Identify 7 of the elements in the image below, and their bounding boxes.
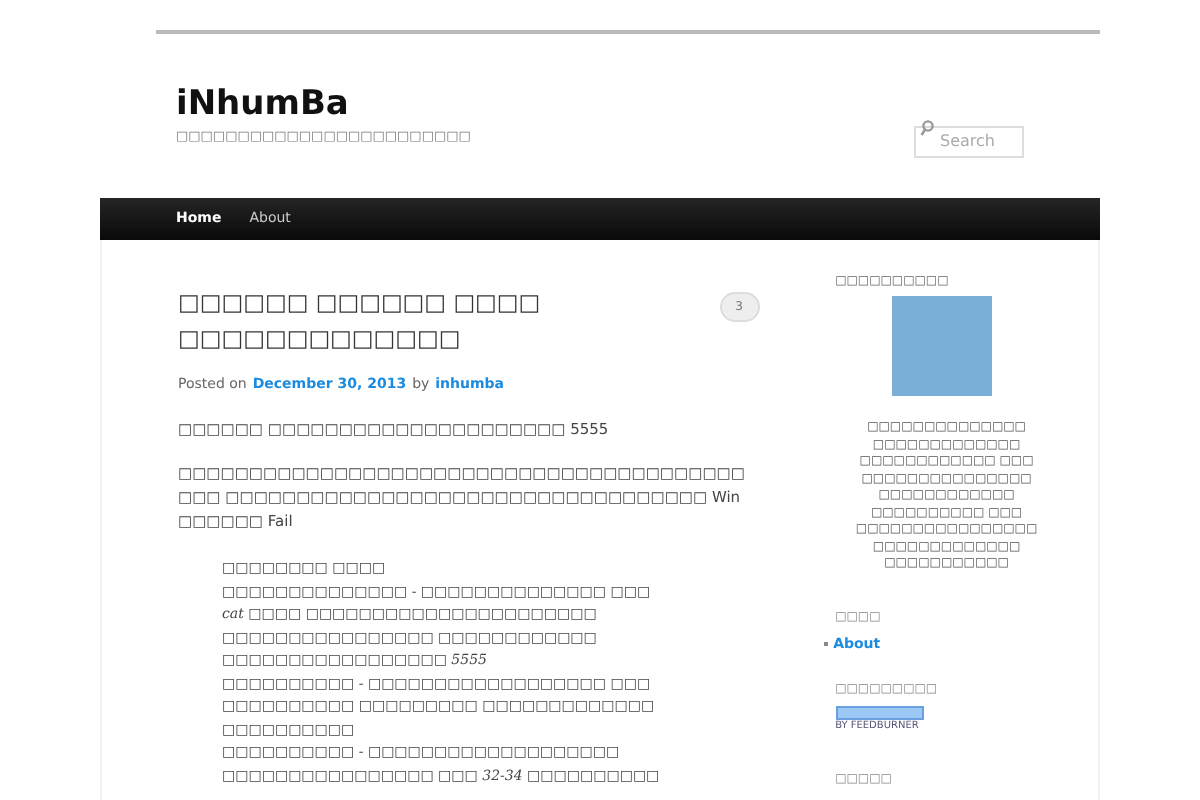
search-field[interactable]: Search [914, 125, 1024, 157]
photo-placeholder [892, 296, 993, 396]
search-icon [920, 120, 934, 136]
site-title[interactable]: iNhumBa [176, 84, 471, 124]
feed-counter-badge[interactable] [835, 706, 924, 720]
bullet-icon [823, 641, 828, 646]
post-title[interactable]: □□□□□□ □□□□□□ □□□□ □□□□□□□□□□□□□ [178, 284, 648, 356]
